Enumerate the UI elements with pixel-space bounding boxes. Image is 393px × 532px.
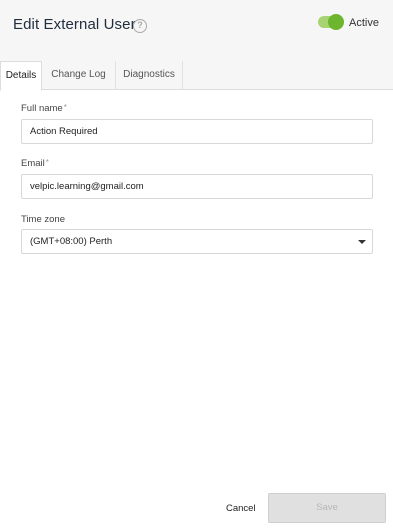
email-label: Email*: [21, 158, 49, 169]
required-marker: *: [45, 158, 49, 167]
page-title: Edit External User: [13, 16, 136, 33]
tab-details[interactable]: Details: [0, 61, 42, 91]
save-button[interactable]: Save: [268, 493, 386, 523]
tab-change-log[interactable]: Change Log: [42, 61, 116, 90]
time-zone-select[interactable]: (GMT+08:00) Perth: [21, 229, 373, 254]
cancel-button[interactable]: Cancel: [226, 503, 256, 514]
email-input[interactable]: velpic.learning@gmail.com: [21, 174, 373, 199]
modal-header: Edit External User ? Active: [0, 0, 393, 61]
full-name-label: Full name*: [21, 103, 67, 114]
time-zone-value: (GMT+08:00) Perth: [30, 236, 113, 247]
tab-bar: Details Change Log Diagnostics: [0, 61, 393, 91]
tab-diagnostics[interactable]: Diagnostics: [116, 61, 183, 90]
help-icon[interactable]: ?: [133, 19, 147, 33]
active-label: Active: [349, 17, 379, 29]
active-toggle[interactable]: [318, 14, 344, 30]
time-zone-label: Time zone: [21, 214, 65, 225]
full-name-label-text: Full name: [21, 103, 63, 114]
caret-down-icon: [358, 240, 366, 244]
required-marker: *: [63, 103, 67, 112]
full-name-input[interactable]: Action Required: [21, 119, 373, 144]
email-label-text: Email: [21, 158, 45, 169]
toggle-knob: [328, 14, 344, 30]
